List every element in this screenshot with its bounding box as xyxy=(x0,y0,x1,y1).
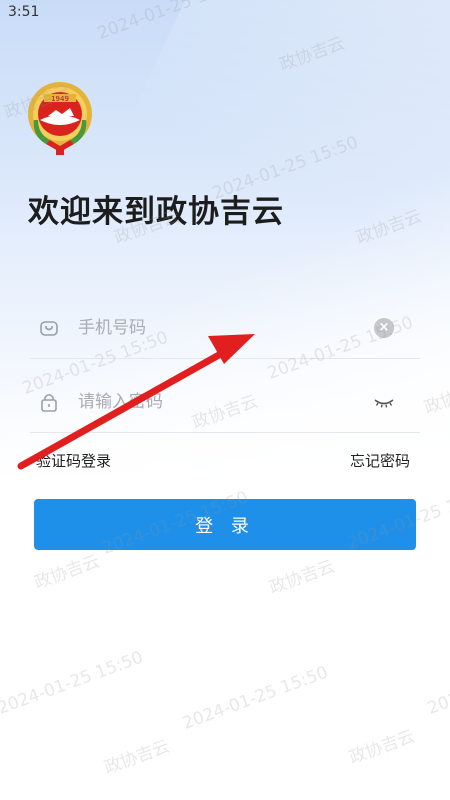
login-button[interactable]: 登 录 xyxy=(34,499,416,550)
status-bar: 3:51 xyxy=(0,0,450,26)
emblem-year-text: 1949 xyxy=(51,95,69,103)
lock-icon xyxy=(38,391,60,413)
status-time: 3:51 xyxy=(8,4,40,20)
clear-icon[interactable]: × xyxy=(374,318,394,338)
welcome-title: 欢迎来到政协吉云 xyxy=(28,194,284,230)
phone-input[interactable] xyxy=(78,313,358,343)
phone-icon xyxy=(38,317,60,339)
cppcc-emblem-icon: 1949 xyxy=(26,80,94,156)
phone-field: × xyxy=(30,298,420,359)
password-field xyxy=(30,372,420,433)
sms-login-link[interactable]: 验证码登录 xyxy=(36,450,111,471)
auth-links-row: 验证码登录 忘记密码 xyxy=(30,448,420,474)
eye-closed-icon[interactable] xyxy=(372,390,396,414)
password-input[interactable] xyxy=(78,387,358,417)
forgot-password-link[interactable]: 忘记密码 xyxy=(350,450,410,471)
